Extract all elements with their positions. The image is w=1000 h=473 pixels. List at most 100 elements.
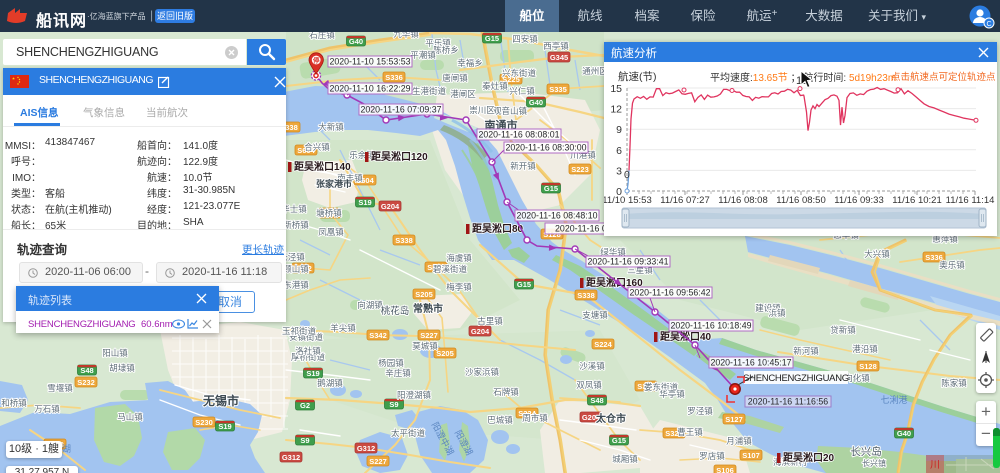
- svg-text:石牌镇: 石牌镇: [493, 387, 519, 397]
- svg-text:2020-11-16 11:16:56: 2020-11-16 11:16:56: [748, 397, 828, 407]
- svg-text:太平街道: 太平街道: [391, 428, 426, 438]
- svg-text:距吴淞口140: 距吴淞口140: [294, 160, 351, 173]
- svg-text:G204: G204: [381, 202, 400, 211]
- svg-text:沙家浜镇: 沙家浜镇: [465, 367, 500, 377]
- svg-text:沙溪镇: 沙溪镇: [579, 361, 605, 371]
- svg-text:S232: S232: [77, 378, 95, 387]
- svg-text:向湖镇: 向湖镇: [357, 300, 383, 310]
- svg-text:S223: S223: [571, 165, 589, 174]
- svg-text:胡埭镇: 胡埭镇: [109, 363, 135, 373]
- svg-text:C: C: [986, 21, 991, 28]
- svg-text:G345: G345: [550, 53, 568, 62]
- svg-text:城厢镇: 城厢镇: [612, 454, 638, 464]
- svg-text:月浦镇: 月浦镇: [726, 436, 752, 446]
- svg-text:崇川区: 崇川区: [469, 105, 495, 115]
- svg-text:S342: S342: [369, 331, 387, 340]
- svg-text:羊尖镇: 羊尖镇: [330, 323, 356, 333]
- svg-text:G204: G204: [471, 327, 490, 336]
- svg-text:2020-11-10 16:22:29: 2020-11-10 16:22:29: [329, 84, 410, 94]
- svg-text:梅李镇: 梅李镇: [446, 282, 472, 292]
- svg-text:新桥镇: 新桥镇: [283, 220, 309, 230]
- svg-text:顾山镇: 顾山镇: [283, 264, 309, 274]
- svg-text:G15: G15: [485, 34, 499, 43]
- svg-text:长兴岛: 长兴岛: [850, 445, 882, 458]
- svg-text:SHENCHENGZHIGUANG: SHENCHENGZHIGUANG: [743, 373, 849, 384]
- svg-text:11/16 08:50: 11/16 08:50: [776, 195, 825, 206]
- svg-text:G312: G312: [282, 453, 300, 462]
- svg-text:四安镇: 四安镇: [512, 34, 538, 44]
- svg-text:G40: G40: [529, 98, 543, 107]
- svg-text:2020-11-16 10:18:49: 2020-11-16 10:18:49: [670, 321, 751, 331]
- svg-text:观音山镇: 观音山镇: [493, 106, 528, 116]
- svg-text:G2: G2: [300, 401, 310, 410]
- svg-text:S336: S336: [385, 73, 403, 82]
- svg-text:3: 3: [616, 165, 622, 177]
- svg-text:唐闸镇: 唐闸镇: [442, 73, 468, 83]
- svg-text:洛社镇: 洛社镇: [295, 346, 321, 356]
- svg-text:陈家镇: 陈家镇: [941, 378, 967, 388]
- svg-text:张家港市: 张家港市: [316, 178, 352, 189]
- svg-text:新开镇: 新开镇: [510, 161, 536, 171]
- svg-text:杨园镇: 杨园镇: [378, 358, 404, 368]
- svg-text:S19: S19: [358, 198, 371, 207]
- svg-text:新河镇: 新河镇: [793, 346, 819, 356]
- svg-text:常熟市: 常熟市: [413, 302, 443, 315]
- svg-text:停: 停: [313, 56, 320, 65]
- svg-text:周市镇: 周市镇: [522, 413, 548, 423]
- svg-text:生港街道: 生港街道: [412, 86, 447, 96]
- svg-text:阳山镇: 阳山镇: [102, 348, 128, 358]
- svg-text:太仓市: 太仓市: [595, 412, 626, 425]
- svg-text:11/16 07:27: 11/16 07:27: [660, 195, 709, 206]
- svg-text:幸福乡: 幸福乡: [457, 58, 483, 68]
- svg-text:11/10 15:53: 11/10 15:53: [604, 195, 652, 206]
- svg-text:9: 9: [616, 124, 622, 136]
- svg-text:和桥镇: 和桥镇: [1, 398, 27, 408]
- svg-text:长兴镇: 长兴镇: [862, 458, 886, 468]
- svg-text:S19: S19: [306, 369, 319, 378]
- svg-text:S106: S106: [716, 466, 734, 473]
- svg-text:2020-11-16 08:30:00: 2020-11-16 08:30:00: [505, 143, 586, 153]
- svg-text:2020-11-16 07:09:37: 2020-11-16 07:09:37: [360, 105, 441, 115]
- svg-text:0: 0: [624, 169, 630, 181]
- svg-text:11/16 08:08: 11/16 08:08: [718, 195, 767, 206]
- svg-text:西亭镇: 西亭镇: [543, 41, 569, 51]
- svg-text:S230: S230: [195, 418, 213, 427]
- svg-text:距吴淞口20: 距吴淞口20: [783, 451, 835, 464]
- svg-text:2020-11-16 08:08:01: 2020-11-16 08:08:01: [478, 130, 559, 140]
- svg-text:2020-11-10 15:53:53: 2020-11-10 15:53:53: [329, 57, 410, 67]
- svg-text:S19: S19: [218, 422, 231, 431]
- svg-text:辛庄镇: 辛庄镇: [385, 368, 411, 378]
- svg-text:鹅湖镇: 鹅湖镇: [317, 378, 343, 388]
- svg-text:兴东街道: 兴东街道: [502, 68, 537, 78]
- svg-text:S128: S128: [859, 362, 877, 371]
- svg-text:G15: G15: [612, 436, 626, 445]
- svg-text:11/16 09:33: 11/16 09:33: [834, 195, 883, 206]
- svg-text:川: 川: [930, 460, 940, 471]
- svg-text:2020-11-16 09:33:41: 2020-11-16 09:33:41: [587, 257, 668, 267]
- svg-text:阳澄湖镇: 阳澄湖镇: [397, 390, 432, 400]
- svg-text:华亭镇: 华亭镇: [659, 389, 685, 399]
- svg-text:大新镇: 大新镇: [318, 122, 344, 132]
- svg-text:雪堰镇: 雪堰镇: [47, 383, 73, 393]
- svg-text:S127: S127: [725, 415, 743, 424]
- svg-text:兴仁镇: 兴仁镇: [509, 86, 535, 96]
- svg-text:塘桥镇: 塘桥镇: [316, 208, 342, 218]
- svg-text:罗泾镇: 罗泾镇: [687, 406, 713, 416]
- svg-text:G15: G15: [517, 280, 531, 289]
- svg-text:大兴镇: 大兴镇: [864, 249, 890, 259]
- svg-text:11/16 11:14: 11/16 11:14: [946, 195, 995, 206]
- svg-text:浜镇: 浜镇: [768, 308, 786, 318]
- svg-text:S205: S205: [436, 349, 454, 358]
- svg-text:港闸区: 港闸区: [450, 89, 476, 99]
- svg-text:贷新镇: 贷新镇: [830, 325, 856, 335]
- svg-text:陈桥乡: 陈桥乡: [433, 45, 459, 55]
- svg-text:6: 6: [616, 145, 622, 157]
- svg-text:S48: S48: [80, 366, 93, 375]
- svg-text:万石镇: 万石镇: [34, 404, 60, 414]
- svg-text:玉祁街道: 玉祁街道: [282, 326, 317, 336]
- svg-text:2020-11-16 09:56:42: 2020-11-16 09:56:42: [629, 288, 710, 298]
- svg-text:G40: G40: [349, 37, 363, 46]
- svg-text:巴城镇: 巴城镇: [487, 415, 513, 425]
- svg-text:11/16 10:21: 11/16 10:21: [892, 195, 941, 206]
- svg-text:海虞镇: 海虞镇: [446, 253, 472, 263]
